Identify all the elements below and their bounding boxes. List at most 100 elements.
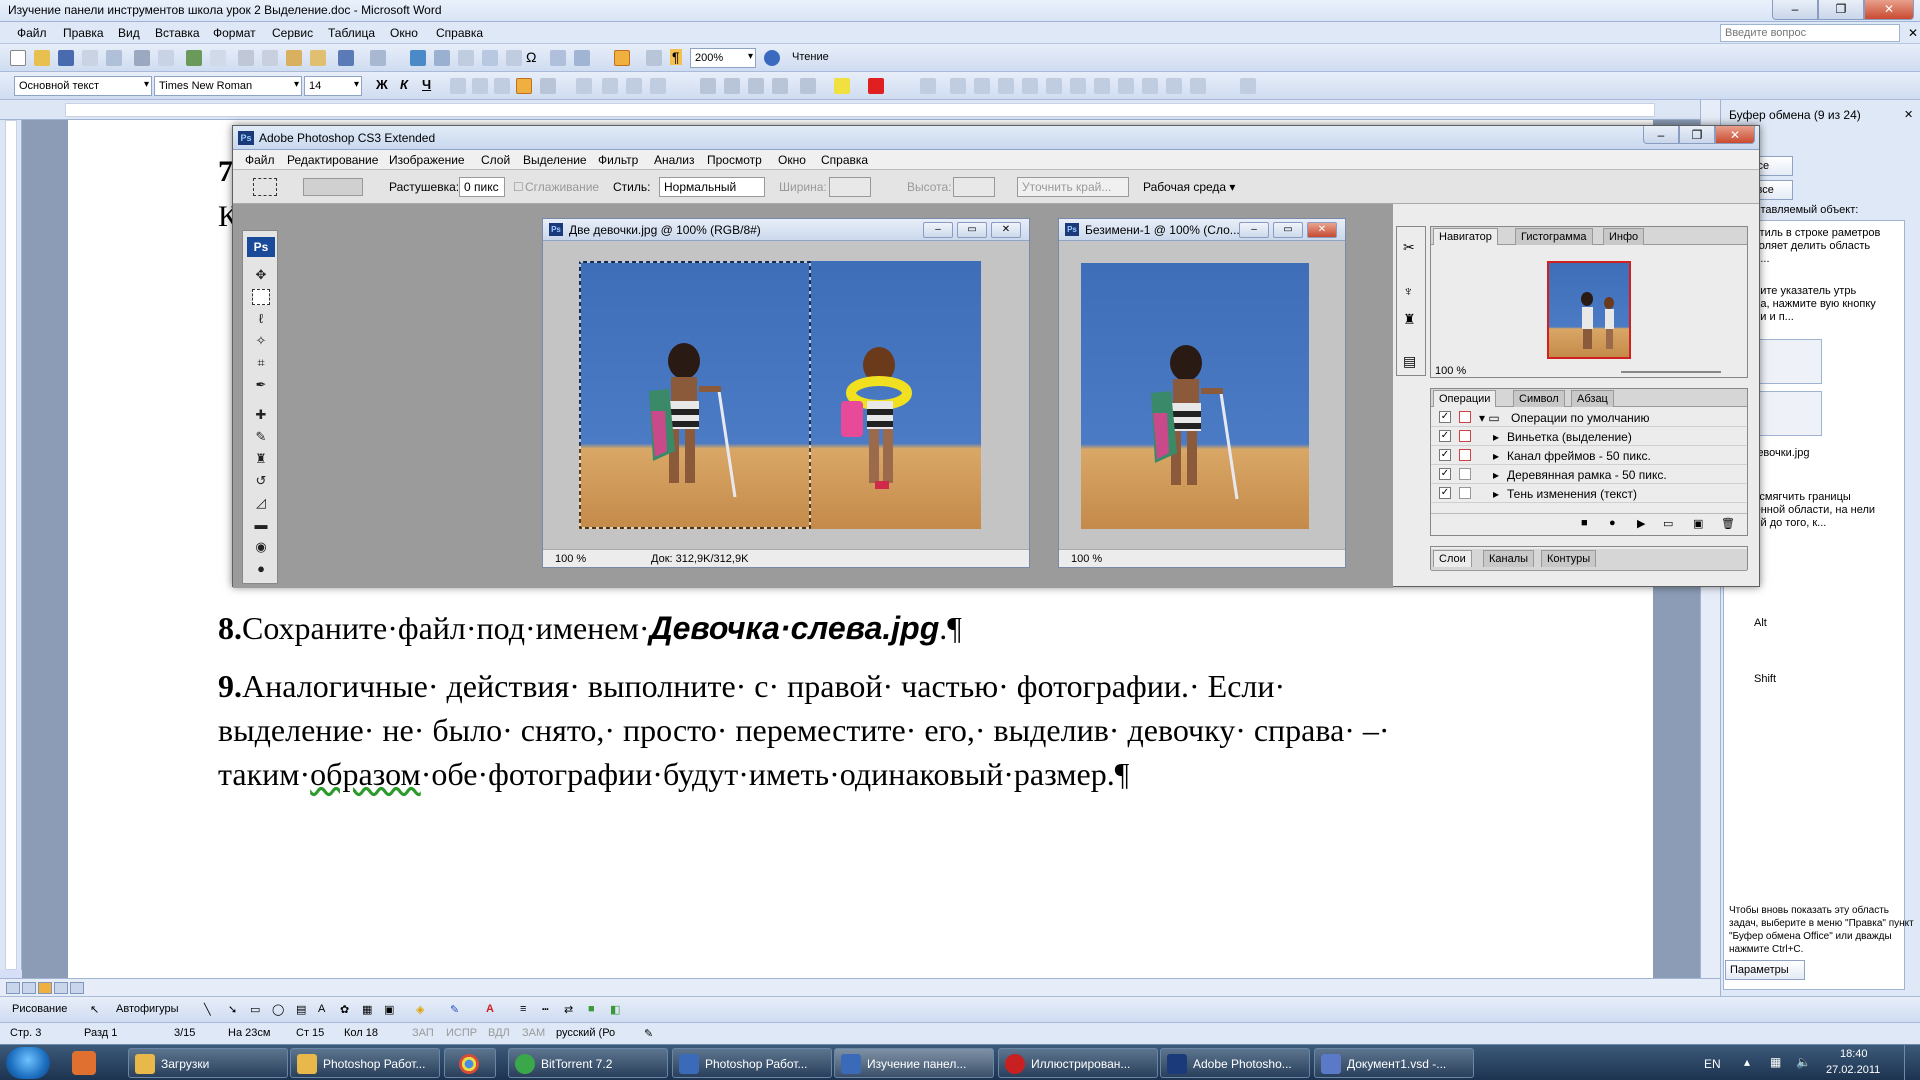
paragraph-9[interactable]: 9.Аналогичные· действия· выполните· с· п… bbox=[218, 664, 1518, 796]
two-girls-photo[interactable] bbox=[579, 261, 981, 529]
record-action-icon[interactable]: ● bbox=[1609, 517, 1616, 529]
fill-color-icon[interactable]: ◈ bbox=[416, 1003, 424, 1016]
clip-item-3[interactable]: ве девочки.jpg bbox=[1736, 447, 1911, 460]
doc2-minimize-button[interactable]: – bbox=[1239, 222, 1269, 238]
menu-table[interactable]: Таблица bbox=[328, 26, 375, 40]
select-objects-icon[interactable]: ↖ bbox=[90, 1003, 99, 1016]
line-style-icon[interactable] bbox=[1070, 78, 1086, 94]
action-set-row[interactable]: ✓ ▾ ▭ Операции по умолчанию bbox=[1431, 408, 1747, 427]
move-tool-icon[interactable]: ✥ bbox=[252, 267, 270, 283]
doc1-zoom[interactable]: 100 % bbox=[555, 553, 586, 565]
action-set-check[interactable]: ✓ bbox=[1439, 411, 1451, 423]
menu-edit[interactable]: Правка bbox=[63, 26, 104, 40]
spelling-icon[interactable] bbox=[186, 50, 202, 66]
media-player-icon[interactable] bbox=[72, 1051, 96, 1075]
tab-paragraph[interactable]: Абзац bbox=[1571, 390, 1614, 407]
font-size-combo[interactable]: 14 bbox=[304, 76, 362, 96]
start-button[interactable] bbox=[6, 1047, 50, 1079]
action-check[interactable]: ✓ bbox=[1439, 449, 1451, 461]
autoshapes-menu[interactable]: Автофигуры bbox=[116, 1003, 179, 1015]
brush-tool-icon[interactable]: ✎ bbox=[252, 429, 270, 445]
taskbar-item-visio[interactable]: Документ1.vsd -... bbox=[1314, 1048, 1474, 1078]
tab-layers[interactable]: Слои bbox=[1433, 550, 1472, 567]
image-crop-icon[interactable] bbox=[1022, 78, 1038, 94]
action-check[interactable]: ✓ bbox=[1439, 487, 1451, 499]
marquee-tool-icon[interactable] bbox=[252, 289, 270, 305]
format-painter-icon[interactable] bbox=[310, 50, 326, 66]
ps-menu-edit[interactable]: Редактирование bbox=[287, 153, 378, 167]
layer-comps-icon[interactable]: ▤ bbox=[1403, 353, 1416, 370]
zoom-icon[interactable] bbox=[646, 50, 662, 66]
arrow-icon[interactable]: ➘ bbox=[228, 1003, 237, 1016]
navigator-thumbnail[interactable] bbox=[1547, 261, 1631, 359]
magic-wand-icon[interactable]: ✧ bbox=[252, 333, 270, 349]
help-icon[interactable] bbox=[764, 50, 780, 66]
bullets-icon[interactable] bbox=[724, 78, 740, 94]
redo-icon[interactable] bbox=[370, 50, 386, 66]
new-set-icon[interactable]: ▭ bbox=[1663, 517, 1673, 530]
blur-tool-icon[interactable]: ◉ bbox=[252, 539, 270, 555]
eraser-tool-icon[interactable]: ◿ bbox=[252, 495, 270, 511]
action-set-expand-icon[interactable]: ▾ ▭ bbox=[1479, 411, 1500, 425]
close-button[interactable]: ✕ bbox=[1864, 0, 1914, 20]
action-expand-icon[interactable]: ▸ bbox=[1493, 430, 1499, 444]
omega-icon[interactable]: Ω bbox=[526, 49, 536, 65]
char-scale-icon[interactable] bbox=[576, 78, 592, 94]
ps-maximize-button[interactable]: ❐ bbox=[1679, 126, 1715, 144]
wrap-icon[interactable] bbox=[1118, 78, 1134, 94]
menu-help[interactable]: Справка bbox=[436, 26, 483, 40]
clock-date[interactable]: 27.02.2011 bbox=[1826, 1064, 1880, 1076]
clip-item-6[interactable]: Alt bbox=[1754, 617, 1920, 630]
ps-menu-view[interactable]: Просмотр bbox=[707, 153, 762, 167]
arrow-style-icon[interactable]: ⇄ bbox=[564, 1003, 573, 1016]
status-trk[interactable]: ИСПР bbox=[446, 1027, 477, 1039]
justify-icon[interactable] bbox=[516, 78, 532, 94]
doc2-maximize-button[interactable]: ▭ bbox=[1273, 222, 1303, 238]
ps-menu-file[interactable]: Файл bbox=[245, 153, 275, 167]
style-combo[interactable]: Основной текст bbox=[14, 76, 152, 96]
dash-style-icon[interactable]: ┅ bbox=[542, 1003, 549, 1016]
menu-window[interactable]: Окно bbox=[390, 26, 418, 40]
doc1-close-button[interactable]: ✕ bbox=[991, 222, 1021, 238]
toolbar-options-icon[interactable] bbox=[1240, 78, 1256, 94]
email-icon[interactable] bbox=[106, 50, 122, 66]
action-dialog-toggle[interactable] bbox=[1459, 468, 1471, 480]
copy-icon[interactable] bbox=[262, 50, 278, 66]
tab-channels[interactable]: Каналы bbox=[1483, 550, 1535, 567]
doc1-info[interactable]: Док: 312,9K/312,9K bbox=[651, 553, 748, 565]
decrease-indent-icon[interactable] bbox=[748, 78, 764, 94]
doc1-minimize-button[interactable]: – bbox=[923, 222, 953, 238]
ps-menu-layer[interactable]: Слой bbox=[481, 153, 510, 167]
transparent-color-icon[interactable] bbox=[1166, 78, 1182, 94]
status-ovr[interactable]: ЗАМ bbox=[522, 1027, 545, 1039]
new-doc-icon[interactable] bbox=[10, 50, 26, 66]
insert-excel-icon[interactable] bbox=[482, 50, 498, 66]
permission-icon[interactable] bbox=[82, 50, 98, 66]
taskbar-item-opera[interactable]: Иллюстрирован... bbox=[998, 1048, 1158, 1078]
ps-menu-filter[interactable]: Фильтр bbox=[598, 153, 638, 167]
feather-input[interactable]: 0 пикс bbox=[459, 177, 505, 197]
dodge-tool-icon[interactable]: ● bbox=[252, 561, 270, 577]
line-color-icon[interactable]: ✎ bbox=[450, 1003, 459, 1016]
tab-histogram[interactable]: Гистограмма bbox=[1515, 228, 1593, 245]
selection-mode-icons[interactable] bbox=[303, 178, 363, 196]
reading-mode-button[interactable]: Чтение bbox=[792, 51, 829, 63]
height-input[interactable] bbox=[953, 177, 995, 197]
line-style-draw-icon[interactable]: ≡ bbox=[520, 1003, 526, 1015]
eyedropper-icon[interactable]: ✒ bbox=[252, 377, 270, 393]
paste-icon[interactable] bbox=[286, 50, 302, 66]
close-doc-icon[interactable]: ✕ bbox=[1908, 26, 1918, 40]
refine-edge-button[interactable]: Уточнить край... bbox=[1017, 177, 1129, 197]
show-desktop-button[interactable] bbox=[1904, 1045, 1920, 1080]
network-icon[interactable]: ▦ bbox=[1770, 1055, 1781, 1069]
antialias-checkbox[interactable]: ☐ bbox=[513, 180, 524, 194]
history-brush-icon[interactable]: ↺ bbox=[252, 473, 270, 489]
print-view-icon[interactable] bbox=[38, 982, 52, 994]
menu-view[interactable]: Вид bbox=[118, 26, 140, 40]
font-color-icon[interactable] bbox=[868, 78, 884, 94]
horizontal-ruler[interactable] bbox=[0, 100, 1720, 120]
tab-info[interactable]: Инфо bbox=[1603, 228, 1645, 245]
menu-file[interactable]: Файл bbox=[17, 26, 47, 40]
action-check[interactable]: ✓ bbox=[1439, 430, 1451, 442]
action-check[interactable]: ✓ bbox=[1439, 468, 1451, 480]
